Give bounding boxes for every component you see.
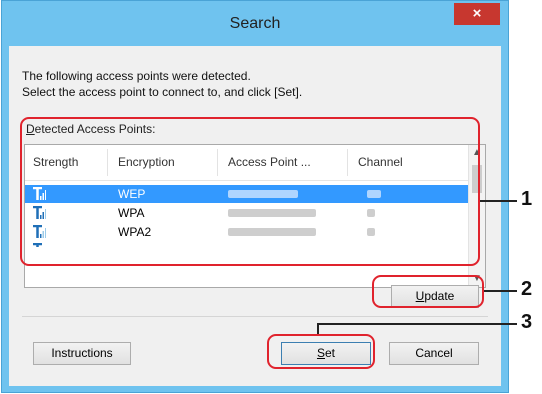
intro-line-1: The following access points were detecte… — [22, 69, 251, 83]
callout-frame-1 — [20, 117, 480, 266]
leader-line-3 — [317, 323, 517, 325]
leader-line-3-drop — [317, 323, 319, 334]
instructions-text: The following access points were detecte… — [22, 68, 302, 100]
callout-number-1: 1 — [521, 188, 533, 210]
window-title: Search — [229, 15, 281, 32]
title-bar[interactable]: Search × — [2, 1, 508, 46]
callout-frame-3 — [267, 334, 375, 369]
cancel-button[interactable]: Cancel — [389, 342, 479, 365]
separator — [22, 316, 488, 317]
close-button[interactable]: × — [454, 3, 500, 25]
callout-number-3: 3 — [521, 311, 533, 333]
close-icon: × — [472, 5, 482, 22]
intro-line-2: Select the access point to connect to, a… — [22, 85, 303, 99]
instructions-label: Instructions — [51, 346, 113, 360]
leader-line-2 — [484, 290, 517, 292]
callout-number-2: 2 — [521, 278, 533, 300]
leader-line-1 — [480, 200, 517, 202]
callout-frame-2 — [372, 275, 484, 308]
cancel-label: Cancel — [415, 346, 453, 360]
instructions-button[interactable]: Instructions — [33, 342, 131, 365]
